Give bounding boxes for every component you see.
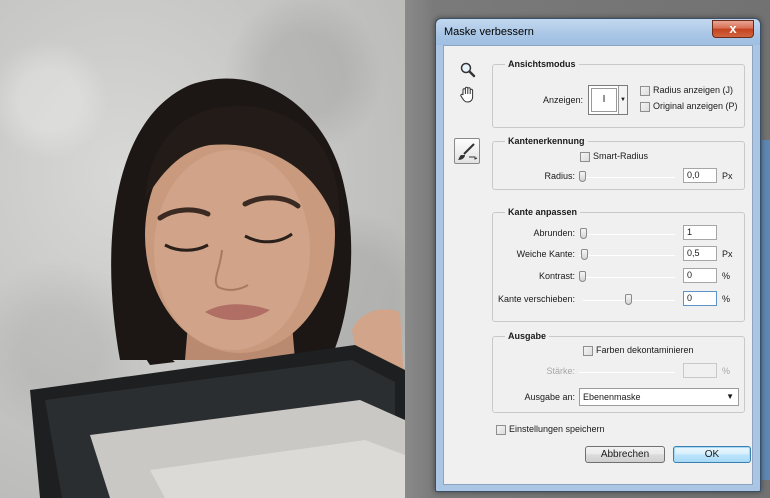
output-to-select[interactable]: Ebenenmaske ▼ (579, 388, 739, 406)
hand-icon[interactable] (458, 84, 478, 104)
radius-unit: Px (722, 171, 733, 181)
chevron-down-icon: ▼ (618, 86, 627, 114)
shift-edge-label: Kante verschieben: (497, 294, 575, 304)
view-mode-preview: I (591, 88, 617, 112)
contrast-slider-track[interactable] (579, 277, 675, 278)
decontaminate-colors-checkbox[interactable] (583, 346, 593, 356)
ok-button[interactable]: OK (673, 446, 751, 463)
edge-detection-title: Kantenerkennung (505, 136, 588, 146)
photo-canvas[interactable] (0, 0, 405, 498)
feather-label: Weiche Kante: (516, 249, 575, 259)
radius-slider-thumb[interactable] (579, 171, 586, 182)
smooth-label: Abrunden: (533, 228, 575, 238)
cancel-button[interactable]: Abbrechen (585, 446, 665, 463)
view-label: Anzeigen: (542, 95, 583, 105)
dialog-title: Maske verbessern (444, 26, 534, 38)
smooth-slider-track[interactable] (579, 234, 675, 235)
edge-detection-group: Kantenerkennung Smart-Radius Radius: 0,0… (492, 136, 745, 190)
amount-label: Stärke: (546, 366, 575, 376)
window-edge (762, 140, 770, 480)
adjust-edge-title: Kante anpassen (505, 207, 581, 217)
contrast-unit: % (722, 271, 731, 281)
refine-radius-brush-icon[interactable] (454, 138, 480, 164)
portrait-photo (30, 78, 405, 498)
dialog-titlebar[interactable]: Maske verbessern x (436, 19, 760, 45)
remember-settings-label: Einstellungen speichern (509, 424, 605, 434)
radius-slider-track[interactable] (579, 177, 675, 178)
smart-radius-checkbox[interactable] (580, 152, 590, 162)
show-radius-label: Radius anzeigen (J) (653, 85, 734, 95)
amount-input[interactable] (683, 363, 717, 378)
feather-input[interactable]: 0,5 (683, 246, 717, 261)
feather-slider-track[interactable] (579, 255, 675, 256)
magnifier-icon[interactable] (458, 60, 478, 80)
shift-edge-slider-thumb[interactable] (625, 294, 632, 305)
adjust-edge-group: Kante anpassen Abrunden: 1 Weiche Kante:… (492, 207, 745, 322)
output-group: Ausgabe Farben dekontaminieren Stärke: %… (492, 331, 745, 413)
feather-unit: Px (722, 249, 733, 259)
output-to-value: Ebenenmaske (583, 392, 641, 402)
contrast-input[interactable]: 0 (683, 268, 717, 283)
chevron-down-icon: ▼ (726, 392, 734, 401)
dialog-body: Ansichtsmodus Anzeigen: I ▼ Radius anzei… (443, 45, 753, 485)
shift-edge-input[interactable]: 0 (683, 291, 717, 306)
radius-input[interactable]: 0,0 (683, 168, 717, 183)
refine-mask-dialog: Maske verbessern x Ansichtsmodus Anzeige… (435, 18, 761, 492)
show-original-label: Original anzeigen (P) (653, 101, 738, 111)
show-radius-checkbox[interactable] (640, 86, 650, 96)
close-icon: x (729, 21, 737, 36)
remember-settings-checkbox[interactable] (496, 425, 506, 435)
decontaminate-colors-label: Farben dekontaminieren (596, 345, 694, 355)
view-mode-group: Ansichtsmodus Anzeigen: I ▼ Radius anzei… (492, 59, 745, 128)
amount-unit: % (722, 366, 731, 376)
output-title: Ausgabe (505, 331, 550, 341)
shift-edge-unit: % (722, 294, 731, 304)
contrast-label: Kontrast: (538, 271, 575, 281)
smart-radius-label: Smart-Radius (593, 151, 649, 161)
close-button[interactable]: x (712, 20, 754, 38)
show-original-checkbox[interactable] (640, 102, 650, 112)
output-to-label: Ausgabe an: (524, 392, 575, 402)
contrast-slider-thumb[interactable] (579, 271, 586, 282)
amount-slider-track[interactable] (579, 372, 675, 373)
view-mode-title: Ansichtsmodus (505, 59, 579, 69)
smooth-input[interactable]: 1 (683, 225, 717, 240)
view-mode-dropdown[interactable]: I ▼ (588, 85, 628, 115)
feather-slider-thumb[interactable] (581, 249, 588, 260)
smooth-slider-thumb[interactable] (580, 228, 587, 239)
radius-label: Radius: (544, 171, 575, 181)
